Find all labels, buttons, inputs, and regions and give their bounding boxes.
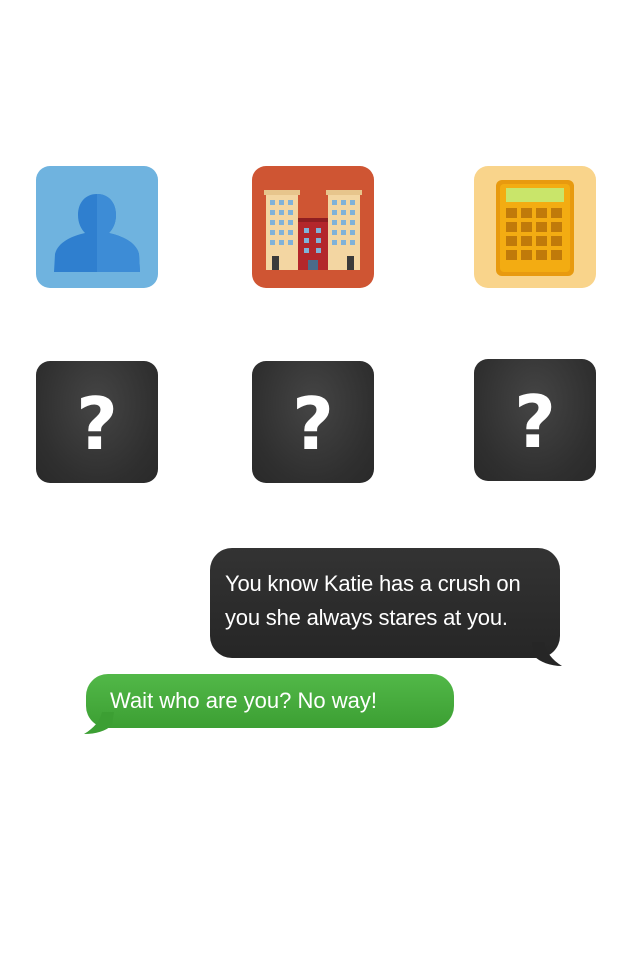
- question-mark-icon: ?: [76, 382, 118, 466]
- question-mark-icon: ?: [292, 382, 334, 466]
- calculator-icon: [496, 180, 574, 276]
- message-text-line: You know Katie has a crush on: [225, 571, 521, 596]
- outgoing-message-bubble: Wait who are you? No way!: [84, 674, 454, 734]
- question-mark-icon: ?: [514, 380, 556, 464]
- message-text-line: you she always stares at you.: [225, 605, 508, 630]
- contact-person-icon: [54, 194, 140, 272]
- unknown-tile[interactable]: ?: [36, 361, 158, 483]
- bubble-tail: [532, 642, 562, 666]
- bubble-tail: [84, 712, 114, 734]
- message-text-line: Wait who are you? No way!: [110, 688, 377, 713]
- unknown-tile[interactable]: ?: [474, 359, 596, 481]
- calculator-tile[interactable]: [474, 166, 596, 288]
- unknown-tile[interactable]: ?: [252, 361, 374, 483]
- incoming-message-bubble: You know Katie has a crush on you she al…: [210, 548, 562, 666]
- building-icon: [264, 190, 362, 270]
- building-tile[interactable]: [252, 166, 374, 288]
- contact-tile[interactable]: [36, 166, 158, 288]
